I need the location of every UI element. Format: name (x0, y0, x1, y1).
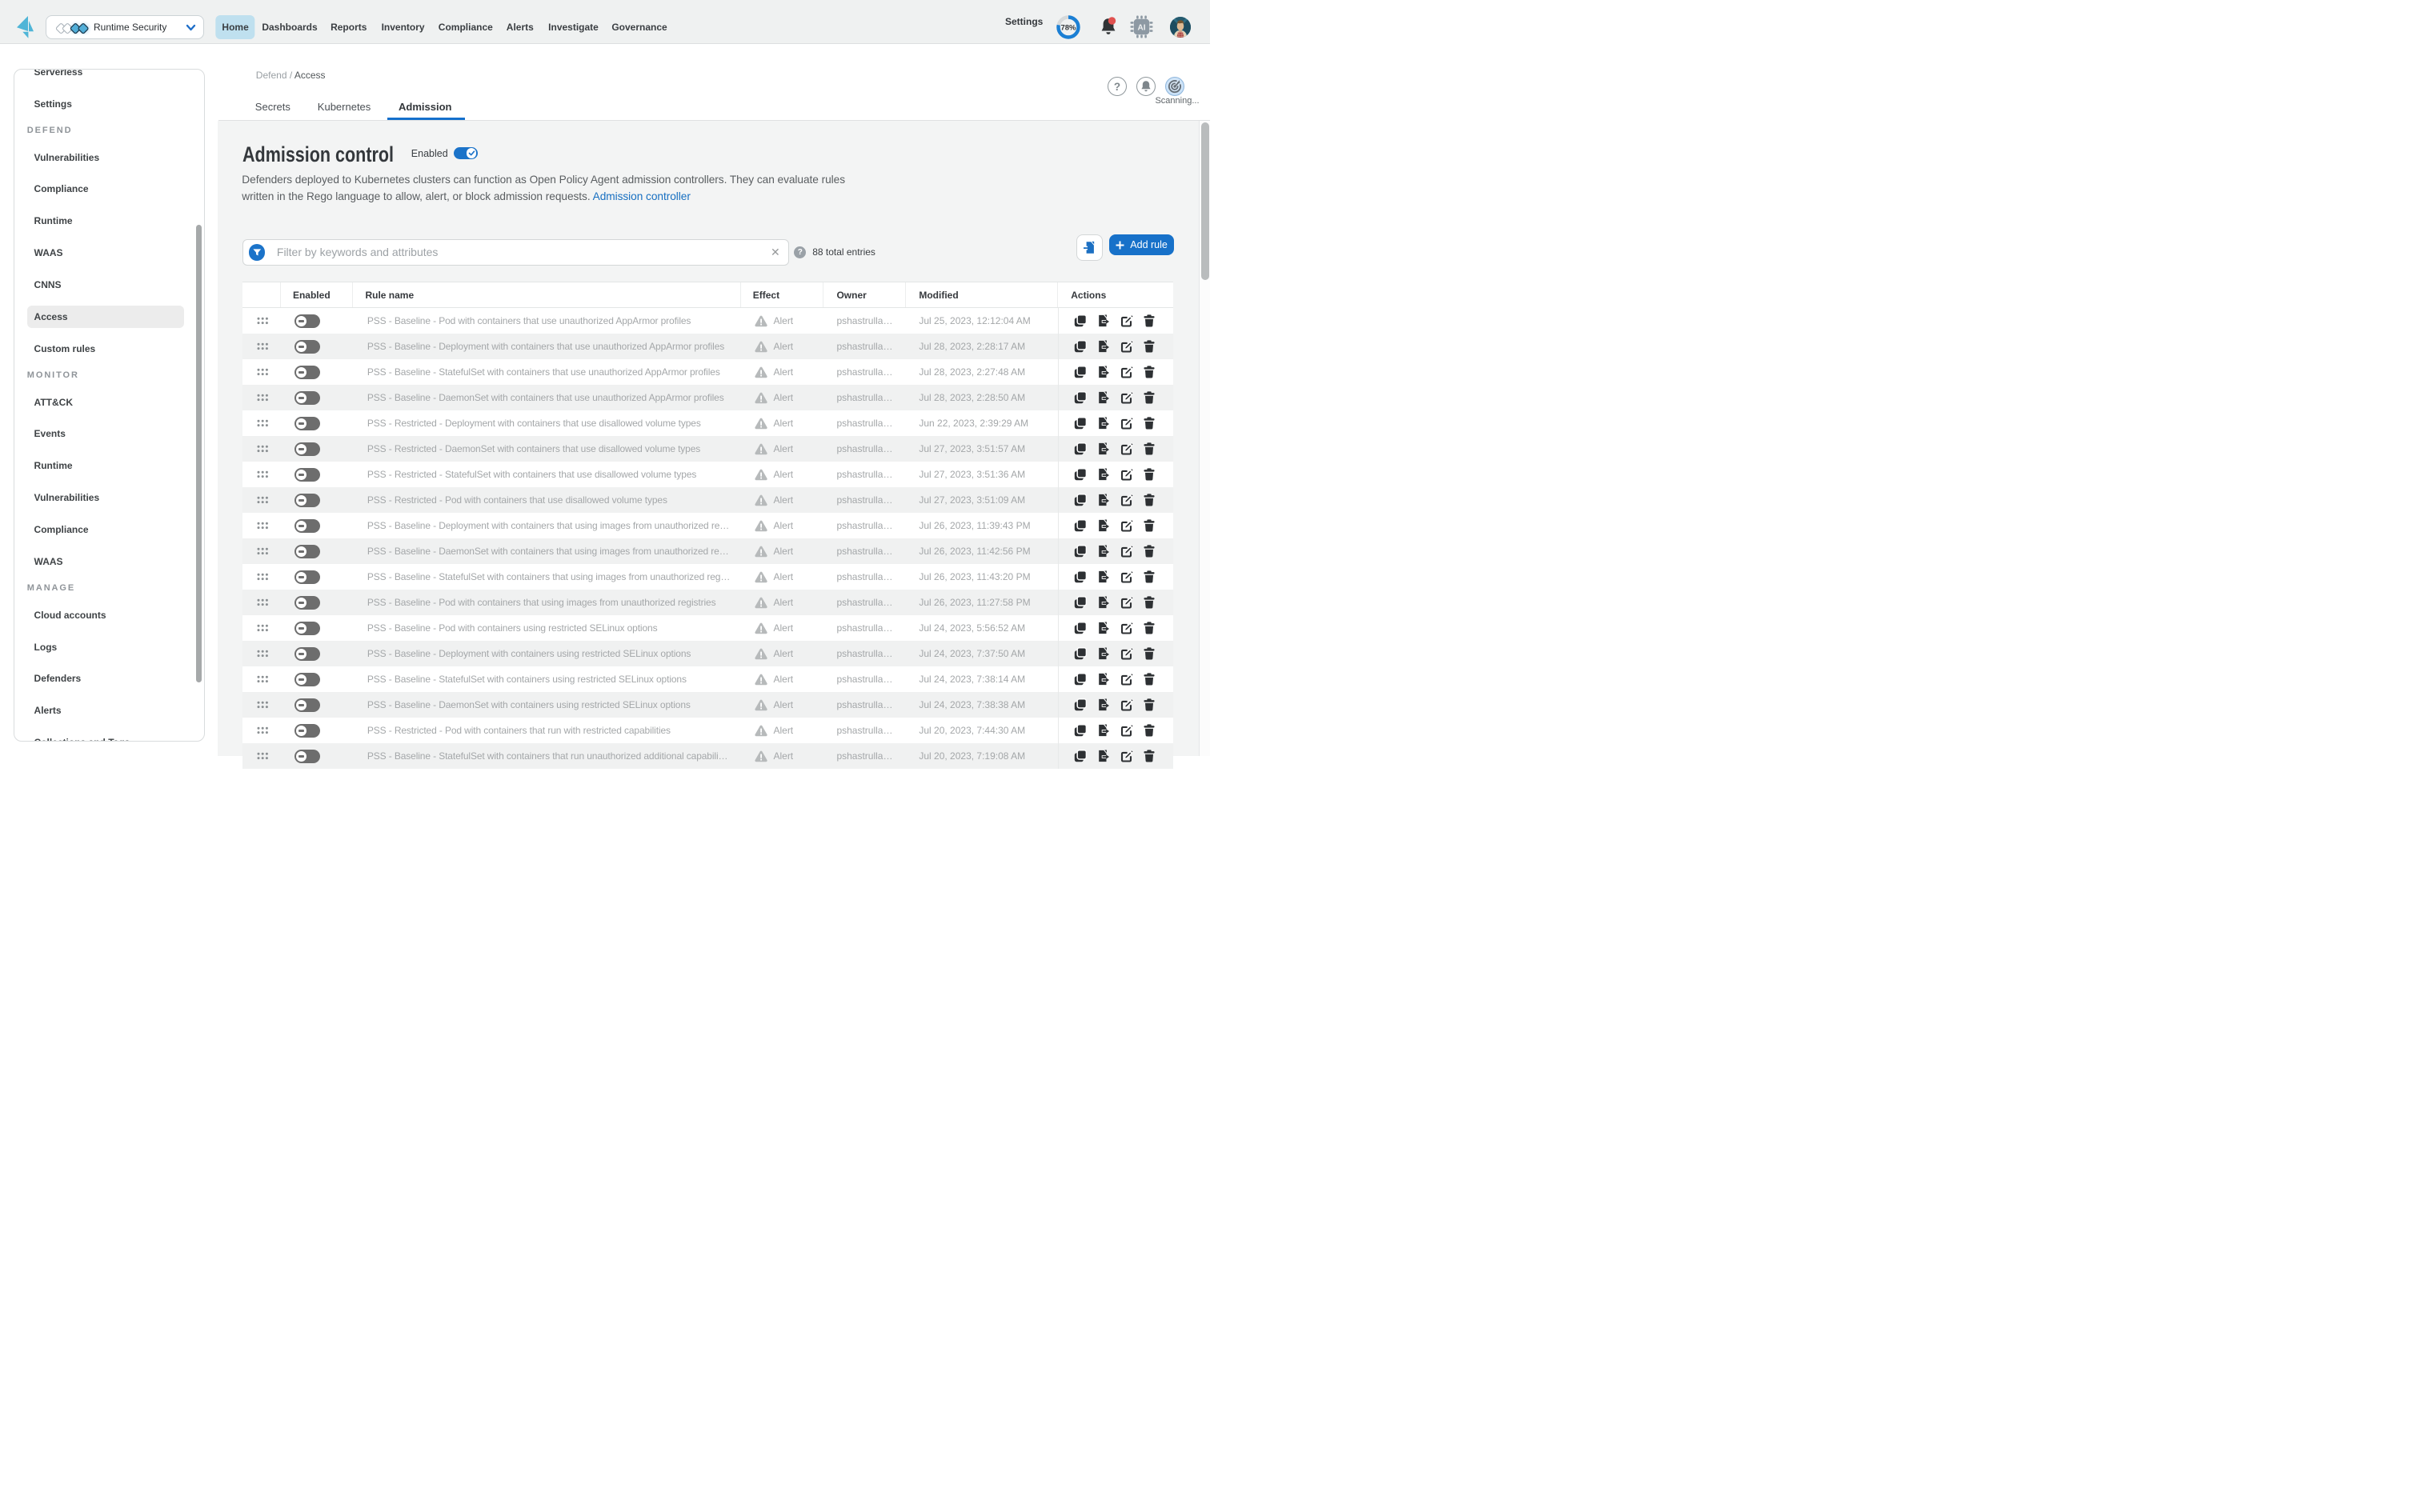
svg-text:?: ? (1114, 81, 1120, 93)
svg-text:AI: AI (1138, 24, 1146, 33)
svg-text:78%: 78% (1060, 24, 1076, 33)
